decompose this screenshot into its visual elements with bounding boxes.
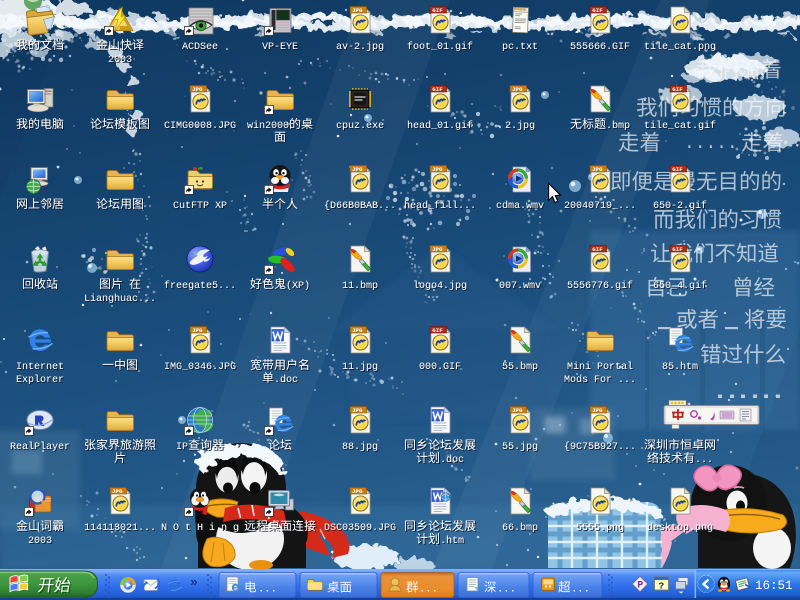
svg-text:...: ... xyxy=(419,584,438,596)
svg-text:RealPlayer: RealPlayer xyxy=(10,441,70,453)
svg-text:(XP): (XP) xyxy=(286,280,310,292)
svg-text:foot_01.gif: foot_01.gif xyxy=(407,41,473,53)
svg-text:650_4.gif: 650_4.gif xyxy=(653,280,707,292)
svg-text:.bmp: .bmp xyxy=(606,120,630,132)
svg-text:20040719_...: 20040719_... xyxy=(564,201,636,212)
svg-text:DSC03509.JPG: DSC03509.JPG xyxy=(324,523,396,534)
svg-text:55.bmp: 55.bmp xyxy=(502,361,538,373)
svg-text:...: ... xyxy=(571,584,590,596)
svg-text:head_01.gif: head_01.gif xyxy=(407,120,473,132)
svg-text:Explorer: Explorer xyxy=(16,374,64,386)
svg-text:.....: ..... xyxy=(684,134,738,154)
svg-text:16:51: 16:51 xyxy=(755,579,793,593)
svg-text:Lianghuac...: Lianghuac... xyxy=(84,293,156,305)
svg-text:cdma.wmv: cdma.wmv xyxy=(496,200,544,212)
svg-text:2003: 2003 xyxy=(28,536,52,547)
svg-text:66.bmp: 66.bmp xyxy=(502,522,538,534)
svg-text:logo4.jpg: logo4.jpg xyxy=(413,280,467,292)
svg-text:cpuz.exe: cpuz.exe xyxy=(336,121,384,132)
svg-text:desktop.png: desktop.png xyxy=(647,522,713,534)
svg-text:tile_cat.gif: tile_cat.gif xyxy=(644,120,716,132)
svg-text:114113021...: 114113021... xyxy=(84,523,156,534)
svg-text:IP: IP xyxy=(176,442,188,453)
svg-text:CIMG0008.JPG: CIMG0008.JPG xyxy=(164,121,236,132)
svg-text:55.jpg: 55.jpg xyxy=(502,441,538,453)
svg-text:11.jpg: 11.jpg xyxy=(342,361,378,373)
svg-text:head_fill...: head_fill... xyxy=(404,200,476,212)
svg-text:freegate5...: freegate5... xyxy=(164,280,236,292)
svg-text:11.bmp: 11.bmp xyxy=(342,280,378,292)
svg-text:88.jpg: 88.jpg xyxy=(342,441,378,453)
svg-text:VP-EYE: VP-EYE xyxy=(262,42,298,53)
svg-text:5555.png: 5555.png xyxy=(576,523,624,534)
svg-text:Internet: Internet xyxy=(16,362,64,373)
svg-text:5556776.gif: 5556776.gif xyxy=(567,280,633,292)
svg-text:007.wmv: 007.wmv xyxy=(499,281,541,292)
svg-text:pc.txt: pc.txt xyxy=(502,42,538,53)
svg-text:...: ... xyxy=(497,584,516,596)
svg-text:{9C75B927...: {9C75B927... xyxy=(564,441,636,453)
svg-text:85.htm: 85.htm xyxy=(662,361,698,373)
svg-text:Mini Portal: Mini Portal xyxy=(567,361,633,373)
svg-text:2.jpg: 2.jpg xyxy=(505,120,535,132)
svg-text:av-2.jpg: av-2.jpg xyxy=(336,41,384,53)
svg-text:IMG_0346.JPG: IMG_0346.JPG xyxy=(164,362,236,373)
svg-text:?: ? xyxy=(659,581,665,592)
svg-text:...: ... xyxy=(695,455,713,466)
svg-text:000.GIF: 000.GIF xyxy=(419,362,461,373)
svg-text:2003: 2003 xyxy=(108,55,132,66)
svg-text:»: » xyxy=(190,575,198,590)
svg-text:.htm: .htm xyxy=(440,535,464,547)
svg-text:650-2.gif: 650-2.gif xyxy=(653,200,707,212)
svg-text:{D66B0BAB...: {D66B0BAB... xyxy=(324,200,396,212)
svg-text:N O t H i n g: N O t H i n g xyxy=(161,522,239,534)
svg-text:...: ... xyxy=(258,584,277,596)
svg-text:Mods For ...: Mods For ... xyxy=(564,374,636,386)
svg-text:P: P xyxy=(637,581,643,592)
svg-text:CutFTP XP: CutFTP XP xyxy=(173,201,227,212)
svg-text:.doc: .doc xyxy=(440,454,464,466)
svg-text:win2000: win2000 xyxy=(247,120,289,132)
svg-text:555666.GIF: 555666.GIF xyxy=(570,42,630,53)
svg-text:ACDSee: ACDSee xyxy=(182,42,218,53)
svg-text:tile_cat.png: tile_cat.png xyxy=(644,41,716,53)
svg-text:.doc: .doc xyxy=(274,374,298,386)
